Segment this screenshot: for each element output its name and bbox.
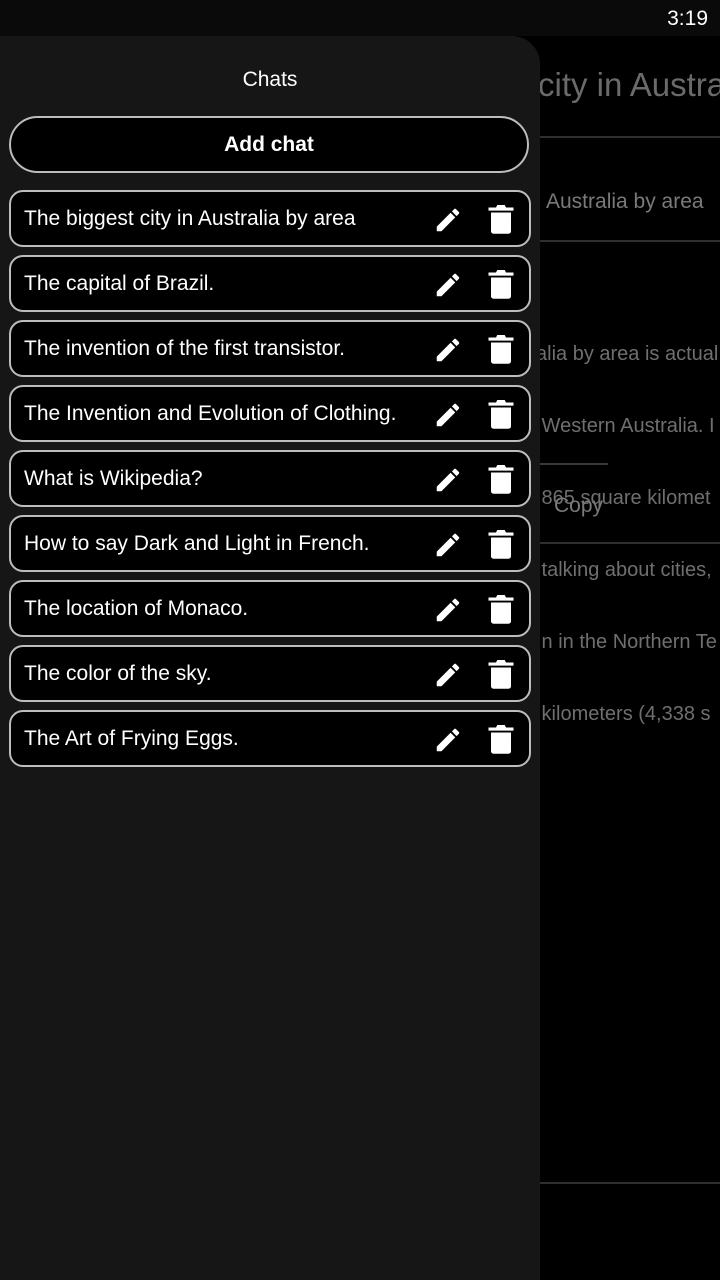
drawer-title: Chats	[242, 68, 298, 91]
chat-item-label[interactable]: The Invention and Evolution of Clothing.	[24, 402, 396, 426]
answer-line: n in the Northern Te	[536, 631, 717, 653]
chat-item-label[interactable]: How to say Dark and Light in French.	[24, 532, 370, 556]
chat-title: city in Austra	[538, 66, 720, 103]
answer-line: kilometers (4,338 s	[536, 703, 711, 725]
chat-list-item[interactable]: The capital of Brazil.	[9, 255, 531, 312]
chat-list-item[interactable]: The invention of the first transistor.	[9, 320, 531, 377]
pencil-icon[interactable]	[433, 270, 463, 300]
chat-item-label[interactable]: The color of the sky.	[24, 662, 212, 686]
chat-item-label[interactable]: The biggest city in Australia by area	[24, 207, 356, 231]
chat-list-item[interactable]: The location of Monaco.	[9, 580, 531, 637]
pencil-icon[interactable]	[433, 400, 463, 430]
assistant-answer: alia by area is actual Western Australia…	[536, 294, 718, 774]
chat-list-item[interactable]: The Art of Frying Eggs.	[9, 710, 531, 767]
trash-icon[interactable]	[488, 335, 514, 365]
chat-item-label[interactable]: The capital of Brazil.	[24, 272, 214, 296]
chats-drawer: Chats Add chat The biggest city in Austr…	[0, 36, 540, 1280]
chat-item-label[interactable]: The Art of Frying Eggs.	[24, 727, 239, 751]
chat-list-item[interactable]: How to say Dark and Light in French.	[9, 515, 531, 572]
chat-item-label[interactable]: The invention of the first transistor.	[24, 337, 345, 361]
answer-line: alia by area is actual	[536, 343, 719, 365]
trash-icon[interactable]	[488, 595, 514, 625]
chat-list-item[interactable]: The biggest city in Australia by area	[9, 190, 531, 247]
answer-line: talking about cities,	[536, 559, 712, 581]
status-time: 3:19	[667, 7, 708, 30]
chat-list-item[interactable]: The color of the sky.	[9, 645, 531, 702]
answer-line: Western Australia. I	[536, 415, 715, 437]
chat-item-label[interactable]: The location of Monaco.	[24, 597, 248, 621]
user-question: Australia by area	[546, 190, 704, 213]
trash-icon[interactable]	[488, 530, 514, 560]
divider	[540, 240, 720, 242]
pencil-icon[interactable]	[433, 725, 463, 755]
add-chat-button[interactable]: Add chat	[9, 116, 529, 173]
pencil-icon[interactable]	[433, 660, 463, 690]
trash-icon[interactable]	[488, 270, 514, 300]
trash-icon[interactable]	[488, 205, 514, 235]
chat-list: The biggest city in Australia by area Th…	[9, 190, 531, 775]
pencil-icon[interactable]	[433, 335, 463, 365]
chat-list-item[interactable]: The Invention and Evolution of Clothing.	[9, 385, 531, 442]
copy-button[interactable]: Copy	[554, 494, 603, 518]
input-bar[interactable]	[540, 1182, 720, 1280]
divider	[540, 463, 608, 465]
trash-icon[interactable]	[488, 400, 514, 430]
divider	[540, 542, 720, 544]
pencil-icon[interactable]	[433, 530, 463, 560]
pencil-icon[interactable]	[433, 595, 463, 625]
chat-item-label[interactable]: What is Wikipedia?	[24, 467, 203, 491]
trash-icon[interactable]	[488, 725, 514, 755]
status-bar: 3:19	[0, 0, 720, 36]
pencil-icon[interactable]	[433, 205, 463, 235]
chat-list-item[interactable]: What is Wikipedia?	[9, 450, 531, 507]
trash-icon[interactable]	[488, 660, 514, 690]
divider	[540, 136, 720, 138]
pencil-icon[interactable]	[433, 465, 463, 495]
trash-icon[interactable]	[488, 465, 514, 495]
